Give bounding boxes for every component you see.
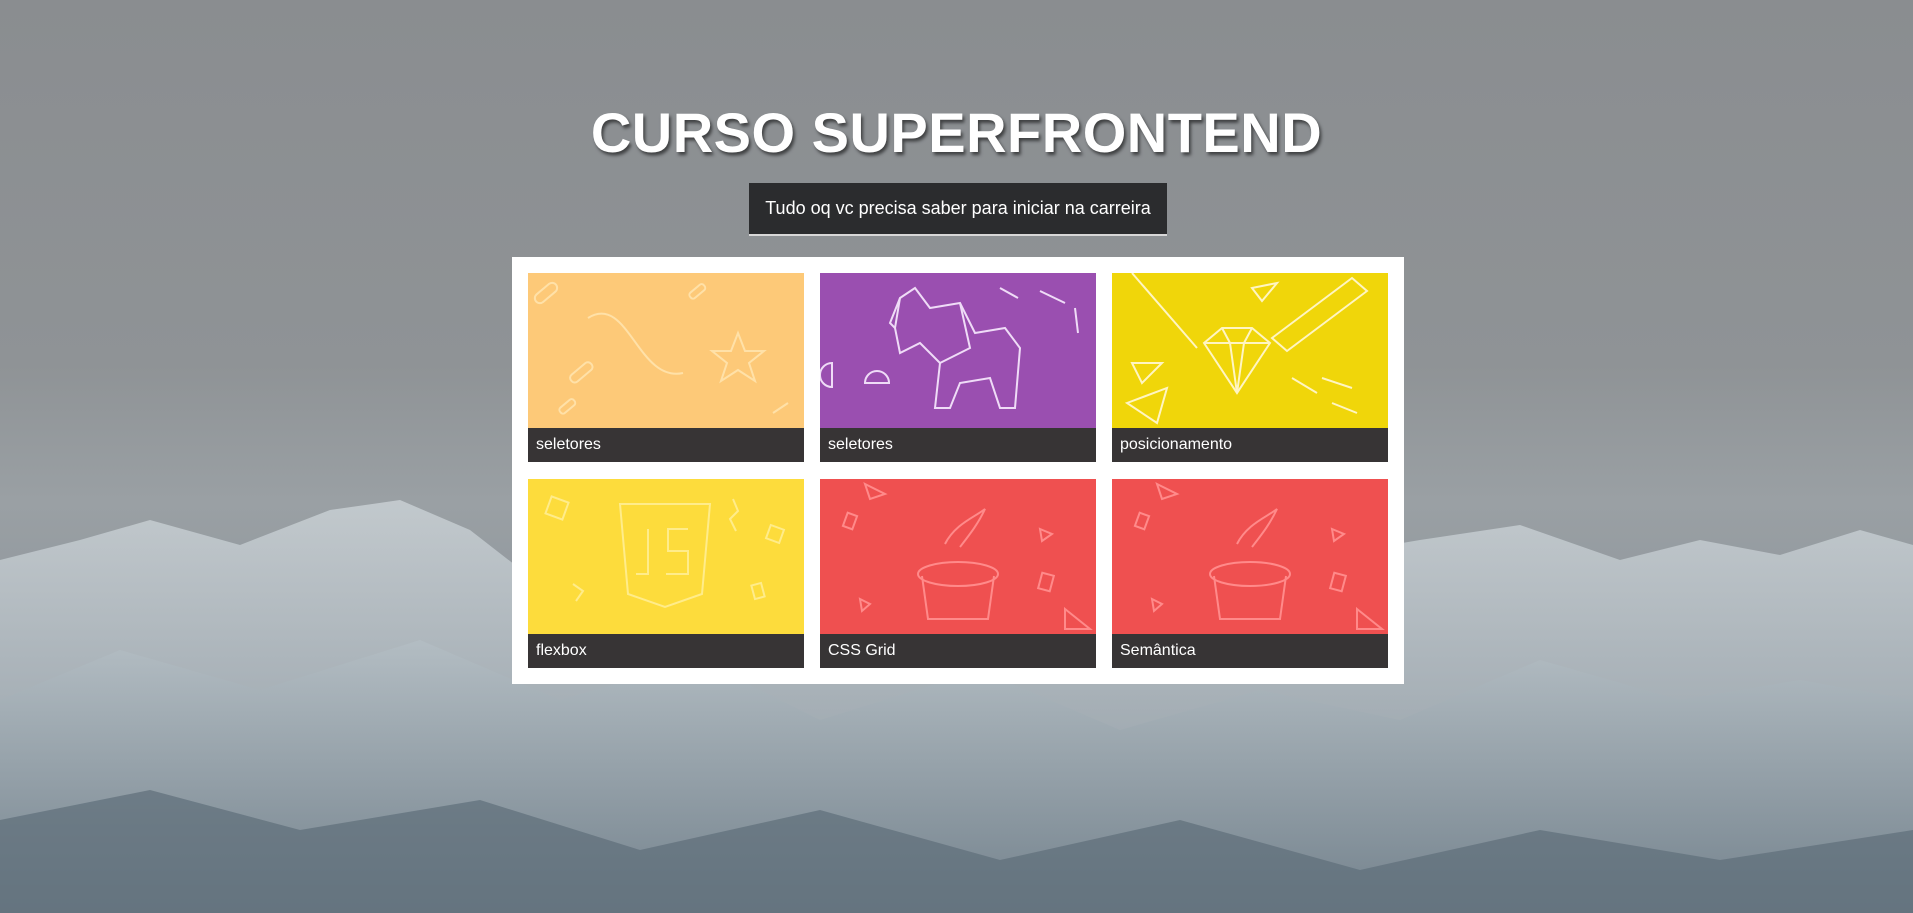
card-label: posicionamento [1112, 428, 1388, 462]
diamond-pencil-icon [1112, 273, 1388, 428]
course-card-css-grid[interactable]: CSS Grid [820, 479, 1096, 668]
page-title: CURSO SUPERFRONTEND [590, 101, 1323, 164]
tagline-banner: Tudo oq vc precisa saber para iniciar na… [749, 183, 1167, 236]
course-card-posicionamento[interactable]: posicionamento [1112, 273, 1388, 462]
course-card-semantica[interactable]: Semântica [1112, 479, 1388, 668]
card-label: Semântica [1112, 634, 1388, 668]
magic-hat-icon [1112, 479, 1388, 634]
course-card-seletores[interactable]: seletores [528, 273, 804, 462]
origami-elephant-icon [820, 273, 1096, 428]
card-label: seletores [528, 428, 804, 462]
javascript-shield-icon [528, 479, 804, 634]
card-label: CSS Grid [820, 634, 1096, 668]
card-label: seletores [820, 428, 1096, 462]
line-star-icon [528, 273, 804, 428]
magic-hat-icon [820, 479, 1096, 634]
course-gallery: seletores seletores posicionamento flexb… [512, 257, 1404, 684]
course-card-flexbox[interactable]: flexbox [528, 479, 804, 668]
course-card-seletores[interactable]: seletores [820, 273, 1096, 462]
card-label: flexbox [528, 634, 804, 668]
